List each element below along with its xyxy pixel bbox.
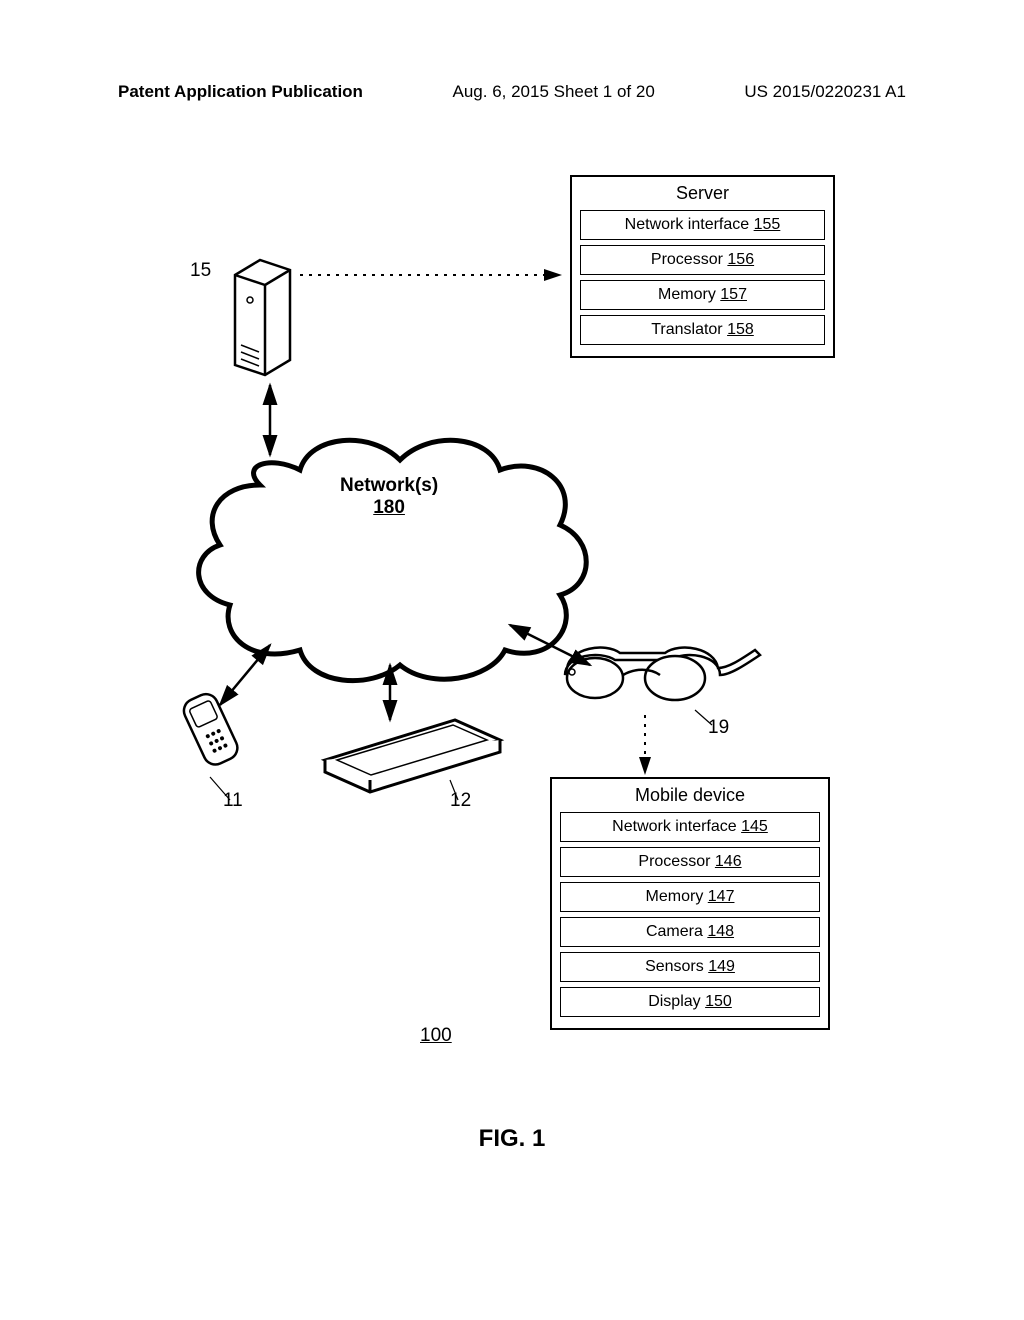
header-center: Aug. 6, 2015 Sheet 1 of 20: [453, 82, 655, 102]
server-box-title: Server: [580, 183, 825, 204]
smart-glasses-icon: [565, 648, 760, 700]
page-header: Patent Application Publication Aug. 6, 2…: [0, 82, 1024, 102]
mobile-component-box: Mobile device Network interface 145 Proc…: [550, 777, 830, 1030]
header-left: Patent Application Publication: [118, 82, 363, 102]
figure-1: Network(s) 180 15 11 12 19 100 Server Ne…: [140, 175, 890, 1095]
mobile-row: Camera 148: [560, 917, 820, 947]
ref-19: 19: [708, 717, 729, 739]
ref-11: 11: [223, 790, 243, 812]
server-row: Network interface 155: [580, 210, 825, 240]
mobile-row: Sensors 149: [560, 952, 820, 982]
mobile-row: Display 150: [560, 987, 820, 1017]
server-icon: [235, 260, 290, 375]
server-component-box: Server Network interface 155 Processor 1…: [570, 175, 835, 358]
cloud-name: Network(s): [340, 475, 438, 497]
ref-12: 12: [450, 790, 471, 812]
mobile-box-title: Mobile device: [560, 785, 820, 806]
tablet-icon: [325, 720, 500, 792]
ref-15: 15: [190, 260, 211, 282]
server-row: Processor 156: [580, 245, 825, 275]
phone-icon: [180, 690, 241, 768]
server-row: Translator 158: [580, 315, 825, 345]
cloud-ref: 180: [340, 497, 438, 519]
mobile-row: Network interface 145: [560, 812, 820, 842]
mobile-row: Memory 147: [560, 882, 820, 912]
figure-caption: FIG. 1: [0, 1125, 1024, 1153]
cloud-label: Network(s) 180: [340, 475, 438, 519]
ref-100: 100: [420, 1025, 452, 1047]
arrow-cloud-phone: [220, 645, 270, 705]
server-row: Memory 157: [580, 280, 825, 310]
header-right: US 2015/0220231 A1: [744, 82, 906, 102]
mobile-row: Processor 146: [560, 847, 820, 877]
